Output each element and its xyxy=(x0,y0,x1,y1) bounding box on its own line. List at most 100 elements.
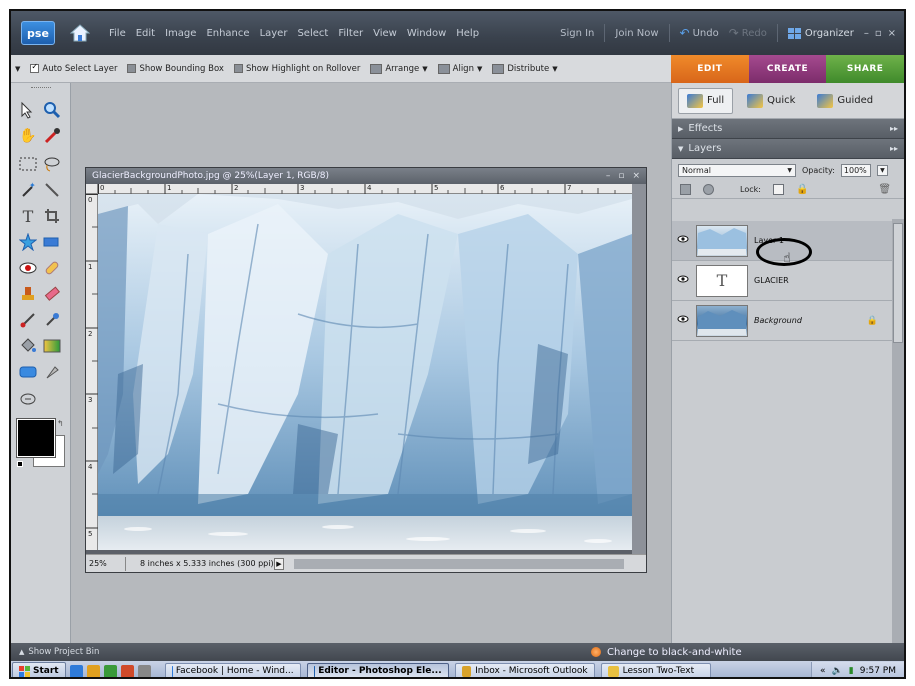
edit-mode-full[interactable]: Full xyxy=(678,87,734,114)
task-outlook[interactable]: Inbox - Microsoft Outlook xyxy=(454,662,595,677)
chevron-up-icon[interactable]: ▲ xyxy=(19,648,24,656)
eye-icon[interactable] xyxy=(672,235,694,246)
action-hint[interactable]: Change to black-and-white xyxy=(591,643,742,661)
ie-quicklaunch-icon[interactable] xyxy=(69,664,83,677)
menu-view[interactable]: View xyxy=(373,28,397,39)
pencil-tool-icon[interactable] xyxy=(17,387,39,409)
redo-button[interactable]: ↷ Redo xyxy=(729,26,767,40)
document-close-button[interactable]: × xyxy=(632,171,640,181)
healing-brush-tool-icon[interactable] xyxy=(41,257,63,279)
menu-filter[interactable]: Filter xyxy=(338,28,363,39)
arrange-dropdown[interactable]: Arrange ▼ xyxy=(370,63,428,74)
undo-button[interactable]: ↶ Undo xyxy=(680,26,719,40)
tab-share[interactable]: SHARE xyxy=(826,55,904,83)
document-vertical-scrollbar[interactable] xyxy=(632,184,646,554)
network-signal-icon[interactable]: ▮ xyxy=(849,666,854,676)
menu-window[interactable]: Window xyxy=(407,28,446,39)
swap-colors-icon[interactable]: ↰ xyxy=(57,419,64,428)
eraser-tool-icon[interactable] xyxy=(41,283,63,305)
blend-mode-select[interactable]: Normal ▼ xyxy=(678,163,796,177)
highlight-checkbox[interactable] xyxy=(233,64,243,73)
opacity-field[interactable]: 100% xyxy=(840,163,871,177)
organizer-button[interactable]: Organizer xyxy=(787,27,854,39)
layers-scrollbar[interactable] xyxy=(892,219,904,643)
eye-icon[interactable] xyxy=(672,315,694,326)
magic-wand-tool-icon[interactable]: ✦ xyxy=(17,179,39,201)
edit-mode-guided[interactable]: Guided xyxy=(809,88,881,114)
document-minimize-button[interactable]: – xyxy=(606,171,611,181)
new-layer-icon[interactable] xyxy=(680,184,691,195)
document-restore-button[interactable]: ▫ xyxy=(618,171,624,181)
trash-icon[interactable]: 🗑 xyxy=(878,184,891,195)
panel-menu-icon[interactable]: ▸▸ xyxy=(890,144,898,153)
edit-mode-quick[interactable]: Quick xyxy=(739,88,803,114)
highlight-option[interactable]: Show Highlight on Rollover xyxy=(233,64,360,74)
lasso-tool-icon[interactable] xyxy=(41,153,63,175)
smart-brush-tool-icon[interactable] xyxy=(41,309,63,331)
ruler-origin[interactable] xyxy=(86,184,98,194)
foreground-color-swatch[interactable] xyxy=(16,418,56,458)
zoom-tool-icon[interactable] xyxy=(41,99,63,121)
minimize-button[interactable]: – xyxy=(864,28,869,39)
join-now-link[interactable]: Join Now xyxy=(615,28,658,39)
close-button[interactable]: × xyxy=(888,28,896,39)
lock-transparent-icon[interactable] xyxy=(772,184,784,195)
blur-tool-icon[interactable] xyxy=(41,361,63,383)
layer-row-glacier[interactable]: T GLACIER xyxy=(672,261,892,301)
cookie-cutter-tool-icon[interactable] xyxy=(17,231,39,253)
effects-panel-header[interactable]: ▶ Effects ▸▸ xyxy=(672,119,904,139)
hand-tool-icon[interactable]: ✋ xyxy=(17,125,39,147)
default-colors-icon[interactable] xyxy=(17,461,23,467)
red-eye-tool-icon[interactable] xyxy=(17,257,39,279)
status-menu-arrow-icon[interactable]: ▶ xyxy=(274,557,284,570)
ruler-horizontal[interactable]: 0 1 2 3 4 5 6 7 xyxy=(98,184,632,194)
layers-scrollbar-thumb[interactable] xyxy=(893,223,903,343)
clock[interactable]: 9:57 PM xyxy=(860,666,896,676)
options-menu-arrow[interactable]: ▼ xyxy=(15,65,20,73)
outlook-quicklaunch-icon[interactable] xyxy=(103,664,117,677)
task-photoshop-editor[interactable]: Editor - Photoshop Ele... xyxy=(306,662,449,677)
auto-select-layer-option[interactable]: Auto Select Layer xyxy=(30,62,117,74)
ruler-vertical[interactable]: 0 1 2 3 4 5 xyxy=(86,194,98,550)
layers-panel-header[interactable]: ▼ Layers ▸▸ xyxy=(672,139,904,159)
gradient-tool-icon[interactable] xyxy=(41,335,63,357)
bounding-box-option[interactable]: Show Bounding Box xyxy=(127,64,224,74)
restore-button[interactable]: ▫ xyxy=(875,28,882,39)
shape-tool-icon[interactable] xyxy=(17,361,39,383)
lock-all-icon[interactable]: 🔒 xyxy=(796,184,808,195)
opacity-dropdown-icon[interactable]: ▼ xyxy=(876,164,888,176)
toolbox-grip[interactable] xyxy=(31,87,51,89)
clone-stamp-tool-icon[interactable] xyxy=(17,283,39,305)
layer-row-background[interactable]: Background 🔒 xyxy=(672,301,892,341)
tab-create[interactable]: CREATE xyxy=(748,55,827,83)
task-facebook[interactable]: Facebook | Home - Wind... xyxy=(164,662,301,677)
paint-bucket-tool-icon[interactable] xyxy=(17,335,39,357)
straighten-tool-icon[interactable] xyxy=(41,231,63,253)
panel-menu-icon[interactable]: ▸▸ xyxy=(890,124,898,133)
tray-expand-icon[interactable]: « xyxy=(820,666,826,676)
menu-help[interactable]: Help xyxy=(456,28,479,39)
document-horizontal-scrollbar[interactable] xyxy=(294,558,624,569)
zoom-field[interactable]: 25% xyxy=(86,556,126,571)
type-tool-icon[interactable]: T xyxy=(17,205,39,227)
adjustment-layer-icon[interactable] xyxy=(703,184,714,195)
eye-icon[interactable] xyxy=(672,275,694,286)
volume-icon[interactable]: 🔈 xyxy=(832,666,843,676)
selection-brush-tool-icon[interactable] xyxy=(41,179,63,201)
move-tool-icon[interactable] xyxy=(17,99,39,121)
menu-layer[interactable]: Layer xyxy=(260,28,288,39)
show-project-bin-button[interactable]: Show Project Bin xyxy=(28,647,99,657)
desktop-quicklaunch-icon[interactable] xyxy=(137,664,151,677)
auto-select-checkbox[interactable] xyxy=(30,62,40,73)
start-button[interactable]: Start xyxy=(12,662,66,677)
document-titlebar[interactable]: GlacierBackgroundPhoto.jpg @ 25%(Layer 1… xyxy=(86,168,646,184)
menu-enhance[interactable]: Enhance xyxy=(206,28,249,39)
marquee-tool-icon[interactable] xyxy=(17,153,39,175)
image-canvas[interactable] xyxy=(98,194,632,550)
align-dropdown[interactable]: Align ▼ xyxy=(437,63,482,74)
crop-tool-icon[interactable] xyxy=(41,205,63,227)
menu-file[interactable]: File xyxy=(109,28,126,39)
app-quicklaunch-icon[interactable] xyxy=(120,664,134,677)
menu-select[interactable]: Select xyxy=(297,28,328,39)
eyedropper-tool-icon[interactable] xyxy=(41,125,63,147)
